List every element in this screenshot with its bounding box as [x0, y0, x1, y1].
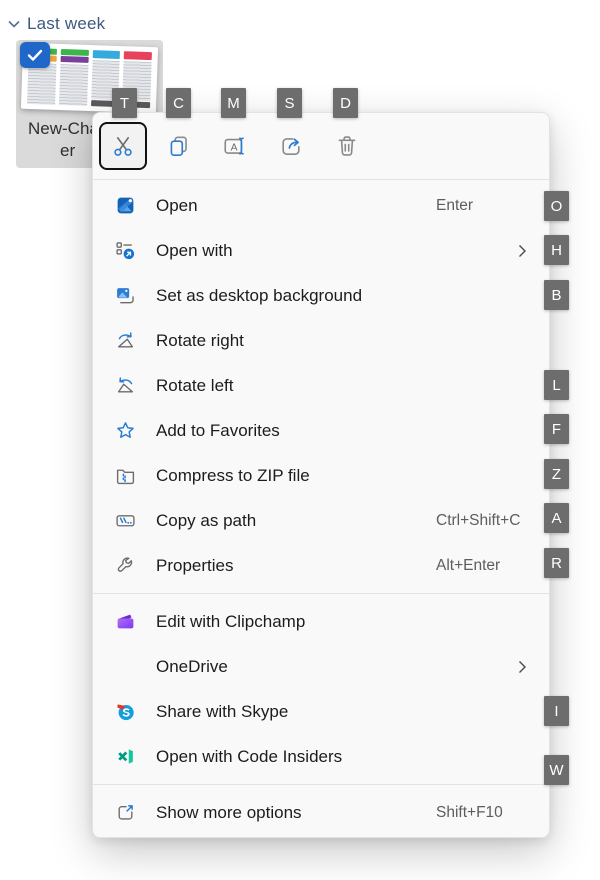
- menu-item-label: Add to Favorites: [156, 421, 280, 441]
- desktop-background-icon: [113, 284, 137, 308]
- key-hint-badge[interactable]: O: [544, 191, 569, 221]
- menu-item-edit-with-clipchamp[interactable]: Edit with Clipchamp: [93, 599, 549, 644]
- menu-item-properties[interactable]: Properties Alt+Enter: [93, 543, 549, 588]
- menu-item-rotate-left[interactable]: Rotate left: [93, 363, 549, 408]
- menu-item-label: Share with Skype: [156, 702, 288, 722]
- menu-separator: [93, 784, 549, 785]
- key-hint-badge[interactable]: H: [544, 235, 569, 265]
- open-with-icon: [113, 239, 137, 263]
- share-button[interactable]: [267, 122, 315, 170]
- thumb-column: [59, 49, 89, 106]
- group-header: Last week: [8, 14, 105, 34]
- menu-item-copy-as-path[interactable]: Copy as path Ctrl+Shift+C: [93, 498, 549, 543]
- menu-item-label: Open: [156, 196, 198, 216]
- menu-item-share-with-skype[interactable]: Share with Skype: [93, 689, 549, 734]
- menu-item-label: Set as desktop background: [156, 286, 362, 306]
- star-icon: [113, 419, 137, 443]
- key-hint-badge[interactable]: F: [544, 414, 569, 444]
- menu-item-shortcut: Alt+Enter: [436, 557, 500, 575]
- menu-item-shortcut: Shift+F10: [436, 804, 503, 822]
- expand-arrow-icon: [113, 801, 137, 825]
- menu-item-label: Properties: [156, 556, 233, 576]
- context-menu-list: Open Enter Open with: [93, 180, 549, 835]
- photos-icon: [113, 194, 137, 218]
- menu-item-add-to-favorites[interactable]: Add to Favorites: [93, 408, 549, 453]
- menu-item-label: Rotate right: [156, 331, 244, 351]
- menu-item-label: Show more options: [156, 803, 302, 823]
- rotate-left-icon: [113, 374, 137, 398]
- chevron-down-icon[interactable]: [8, 20, 20, 28]
- context-menu-toolbar: A: [93, 113, 549, 180]
- key-hint-badge[interactable]: T: [112, 88, 137, 118]
- menu-item-label: Edit with Clipchamp: [156, 612, 305, 632]
- clipchamp-icon: [113, 610, 137, 634]
- check-icon: [27, 49, 43, 62]
- group-title[interactable]: Last week: [27, 14, 105, 34]
- delete-button[interactable]: [323, 122, 371, 170]
- menu-item-onedrive[interactable]: OneDrive: [93, 644, 549, 689]
- menu-item-rotate-right[interactable]: Rotate right: [93, 318, 549, 363]
- key-hint-badge[interactable]: C: [166, 88, 191, 118]
- menu-item-label: Copy as path: [156, 511, 256, 531]
- menu-item-label: Open with Code Insiders: [156, 747, 342, 767]
- key-hint-badge[interactable]: Z: [544, 459, 569, 489]
- no-icon: [113, 655, 137, 679]
- menu-item-label: OneDrive: [156, 657, 228, 677]
- copy-icon: [166, 133, 192, 159]
- menu-item-label: Compress to ZIP file: [156, 466, 310, 486]
- menu-item-compress-zip[interactable]: Compress to ZIP file: [93, 453, 549, 498]
- share-icon: [278, 133, 304, 159]
- scissors-icon: [110, 133, 136, 159]
- key-hint-badge[interactable]: L: [544, 370, 569, 400]
- key-hint-badge[interactable]: A: [544, 503, 569, 533]
- selection-checkbox[interactable]: [20, 42, 50, 68]
- rename-icon: A: [222, 133, 248, 159]
- copy-button[interactable]: [155, 122, 203, 170]
- zip-folder-icon: [113, 464, 137, 488]
- rename-button[interactable]: A: [211, 122, 259, 170]
- trash-icon: [334, 133, 360, 159]
- copy-path-icon: [113, 509, 137, 533]
- key-hint-badge[interactable]: M: [221, 88, 246, 118]
- menu-item-open[interactable]: Open Enter: [93, 183, 549, 228]
- menu-item-open-with-code-insiders[interactable]: Open with Code Insiders: [93, 734, 549, 779]
- menu-item-open-with[interactable]: Open with: [93, 228, 549, 273]
- key-hint-badge[interactable]: I: [544, 696, 569, 726]
- chevron-right-icon: [518, 244, 527, 258]
- menu-separator: [93, 593, 549, 594]
- key-hint-badge[interactable]: W: [544, 755, 569, 785]
- key-hint-badge[interactable]: B: [544, 280, 569, 310]
- chevron-right-icon: [518, 660, 527, 674]
- cut-button[interactable]: [99, 122, 147, 170]
- wrench-icon: [113, 554, 137, 578]
- menu-item-show-more-options[interactable]: Show more options Shift+F10: [93, 790, 549, 835]
- key-hint-badge[interactable]: R: [544, 548, 569, 578]
- skype-icon: [113, 700, 137, 724]
- svg-text:A: A: [231, 142, 238, 153]
- menu-item-shortcut: Ctrl+Shift+C: [436, 512, 520, 530]
- menu-item-label: Open with: [156, 241, 233, 261]
- code-insiders-icon: [113, 745, 137, 769]
- rotate-right-icon: [113, 329, 137, 353]
- menu-item-set-desktop-background[interactable]: Set as desktop background: [93, 273, 549, 318]
- menu-item-shortcut: Enter: [436, 197, 473, 215]
- key-hint-badge[interactable]: S: [277, 88, 302, 118]
- key-hint-badge[interactable]: D: [333, 88, 358, 118]
- context-menu: A: [92, 112, 550, 838]
- menu-item-label: Rotate left: [156, 376, 234, 396]
